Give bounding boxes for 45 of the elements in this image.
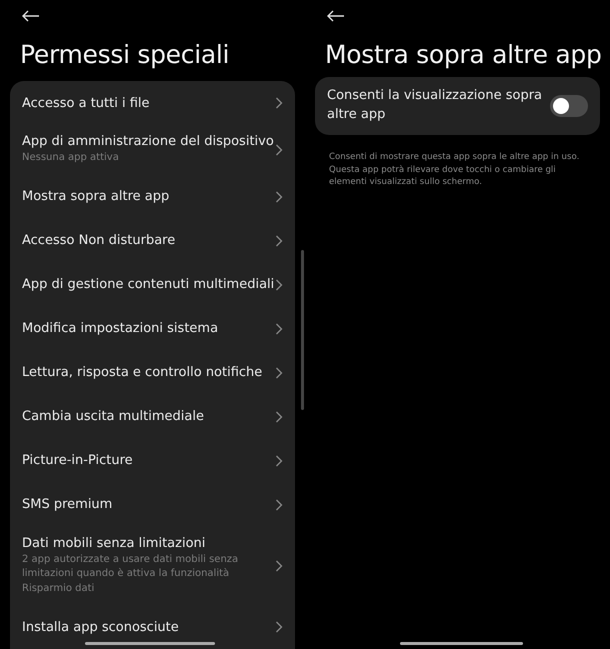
list-item[interactable]: App di amministrazione del dispositivo Nessuna app attiva [10,125,295,174]
chevron-icon [275,278,283,290]
item-label: Picture-in-Picture [22,453,134,468]
item-label: Modifica impostazioni sistema [22,321,220,336]
back-arrow-icon [327,10,345,22]
list-item[interactable]: Mostra sopra altre app [10,174,295,218]
item-label: Lettura, risposta e controllo notifiche [22,365,264,380]
item-label: Accesso a tutti i file [22,96,151,110]
setting-label: Consenti la visualizzazione sopra altre app [327,87,544,124]
list-item[interactable]: Picture-in-Picture [10,438,295,482]
chevron-icon [275,322,283,334]
chevron-icon [275,366,283,378]
page-title: Permessi speciali [20,40,230,69]
list-item[interactable]: Dati mobili senza limitazioni 2 app autorizzate a usare dati mobili senza limitazioni quando è attiva la funzionalità Risparmio dati [10,526,295,605]
chevron-icon [275,234,283,246]
list-item[interactable]: Accesso Non disturbare [10,218,295,262]
item-label: SMS premium [22,497,114,512]
item-label: Installa app sconosciute [22,620,180,634]
list-item[interactable]: Accesso a tutti i file [10,81,295,125]
chevron-icon [275,454,283,466]
list-item[interactable]: Cambia uscita multimediale [10,394,295,438]
item-label: Accesso Non disturbare [22,233,176,248]
item-label: App di amministrazione del dispositivo [22,134,275,149]
item-label: Mostra sopra altre app [22,189,170,204]
list-item[interactable]: SMS premium [10,482,295,526]
chevron-icon [275,144,283,156]
chevron-icon [275,97,283,109]
item-subtitle: 2 app autorizzate a usare dati mobili senza limitazioni quando è attiva la funzionalità Risparmio dati [22,552,240,596]
chevron-icon [275,498,283,510]
item-label: Cambia uscita multimediale [22,409,205,424]
list-item[interactable]: App di gestione contenuti multimediali [10,262,295,306]
chevron-icon [275,560,283,572]
list-item[interactable]: Lettura, risposta e controllo notifiche [10,350,295,394]
list-item[interactable]: Installa app sconosciute [10,605,295,649]
description-text: Consenti di mostrare questa app sopra le altre app in uso. Questa app potrà rilevare dove tocchi o cambiare gli elementi visualizzati sullo schermo. [329,150,580,190]
toggle-switch[interactable] [550,94,588,117]
chevron-icon [275,410,283,422]
chevron-icon [275,190,283,202]
item-subtitle: Nessuna app attiva [22,151,120,165]
item-label: App di gestione contenuti multimediali [22,277,275,292]
back-arrow-icon [22,10,40,22]
chevron-icon [275,621,283,633]
item-label: Dati mobili senza limitazioni [22,536,206,550]
page-title: Mostra sopra altre app [325,40,600,69]
list-item[interactable]: Modifica impostazioni sistema [10,306,295,350]
